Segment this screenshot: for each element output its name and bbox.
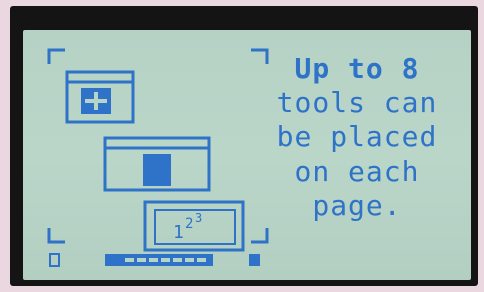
corner-bracket-bottom-right [251,228,269,244]
numbering-superscript-3: 3 [195,211,202,225]
message-line-5: page. [312,189,402,222]
letter-a-label: A [149,155,166,188]
message-line-2: tools can [276,86,438,119]
tool-slot-3[interactable]: 1 2 3 [143,200,245,252]
numbering-digit: 1 [173,222,184,243]
tool-slot-1[interactable] [65,70,135,124]
device-bezel: A 1 2 3 Up to 8 tools can be placed on e… [10,6,478,286]
message-line-1: Up to 8 [294,52,420,85]
lcd-screen: A 1 2 3 Up to 8 tools can be placed on e… [23,30,471,280]
numbering-tool-icon: 1 2 3 [173,211,202,243]
page-end-marker [249,254,260,266]
tool-slot-2[interactable]: A [103,136,211,192]
page-indicator-bar [105,254,213,266]
corner-bracket-top-right [251,48,269,64]
numbering-superscript-2: 2 [185,216,193,232]
message-line-4: on each [294,155,420,188]
message-line-3: be placed [276,120,438,153]
page-start-marker [49,253,60,267]
corner-bracket-top-left [47,48,65,64]
corner-bracket-bottom-left [47,228,65,244]
crosshair-tool-icon [81,88,111,114]
page-indicator [49,253,260,267]
